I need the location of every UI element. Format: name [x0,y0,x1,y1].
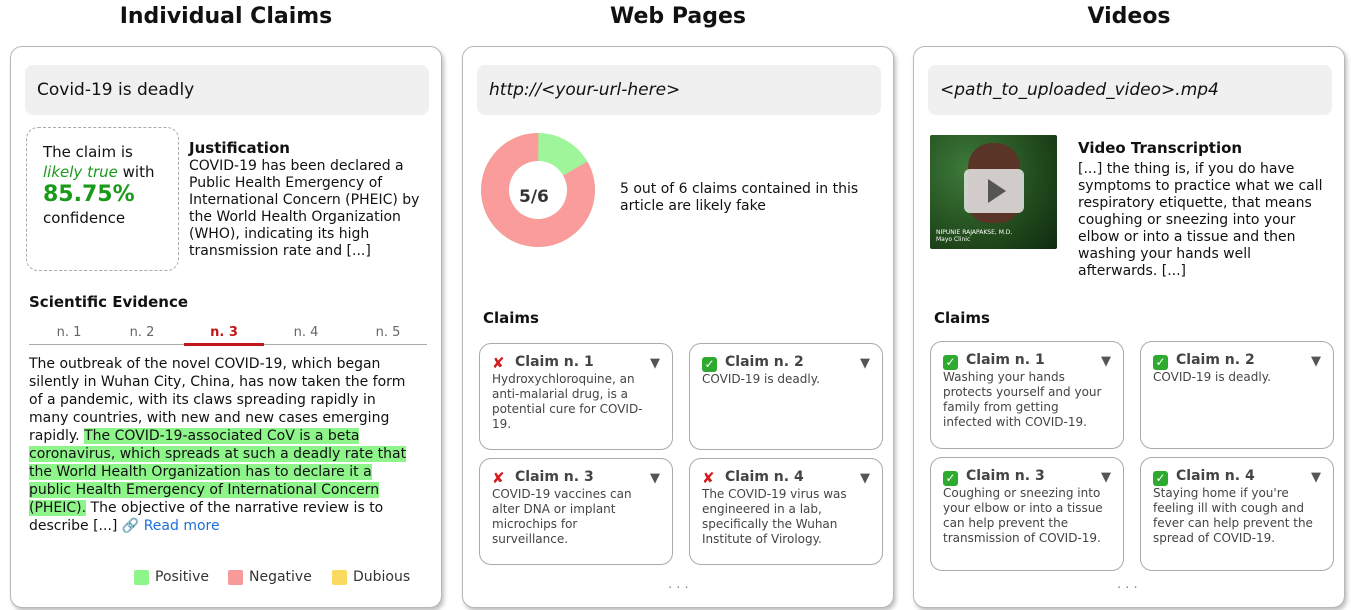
claim-card-4[interactable]: ✘ Claim n. 4 ▼ The COVID-19 virus was eng… [689,458,883,565]
more-video-claims-ellipsis: . . . [1117,577,1138,592]
claims-title: Claims [483,309,539,327]
verdict-confidence: confidence [43,209,126,227]
url-input[interactable]: http://<your-url-here> [477,65,881,115]
confidence-percent: 85.75% [43,182,135,207]
individual-claims-panel: Covid-19 is deadly The claim is likely t… [10,46,442,608]
video-claim-card-1[interactable]: ✓ Claim n. 1 ▼ Washing your hands protect… [930,341,1124,449]
verdict-likely: likely true [43,163,118,181]
title-web-pages: Web Pages [610,4,746,29]
justification-title: Justification [189,139,290,157]
check-icon: ✓ [1153,355,1168,370]
justification-text: COVID-19 has been declared a Public Heal… [189,158,420,259]
tab-evidence-5[interactable]: n. 5 [348,325,428,340]
tab-evidence-3[interactable]: n. 3 [184,325,264,346]
legend-negative: Negative [228,569,312,585]
videos-panel: <path_to_uploaded_video>.mp4 NIPUNIE RAJ… [913,46,1345,608]
cross-icon: ✘ [492,469,505,487]
verdict-box: The claim is likely true with 85.75% con… [26,127,179,271]
tab-evidence-2[interactable]: n. 2 [102,325,182,340]
video-claims-title: Claims [934,309,990,327]
fake-summary: 5 out of 6 claims contained in this arti… [620,181,859,214]
check-icon: ✓ [702,357,717,372]
donut-label: 5/6 [519,187,549,207]
claim-card-3[interactable]: ✘ Claim n. 3 ▼ COVID-19 vaccines can alte… [479,458,673,565]
title-individual-claims: Individual Claims [119,4,333,29]
highlight-positive: The COVID-19-associated CoV is a beta [84,428,360,444]
video-caption: NIPUNIE RAJAPAKSE, M.D. Mayo Clinic [936,229,1013,243]
chevron-down-icon[interactable]: ▼ [650,471,660,486]
check-icon: ✓ [1153,471,1168,486]
evidence-text: The outbreak of the novel COVID-19, whic… [29,356,407,534]
play-icon [988,179,1006,203]
web-pages-panel: http://<your-url-here> 5/6 5 out of 6 cl… [462,46,894,608]
video-claim-card-4[interactable]: ✓ Claim n. 4 ▼ Staying home if you're fee… [1140,457,1334,571]
tab-evidence-1[interactable]: n. 1 [29,325,109,340]
chevron-down-icon[interactable]: ▼ [1101,470,1111,485]
transcription-title: Video Transcription [1078,139,1243,157]
legend-dubious: Dubious [332,569,410,585]
transcription-text: [...] the thing is, if you do have sympt… [1078,161,1323,279]
chevron-down-icon[interactable]: ▼ [1101,354,1111,369]
chevron-down-icon[interactable]: ▼ [1311,470,1321,485]
video-thumbnail[interactable]: NIPUNIE RAJAPAKSE, M.D. Mayo Clinic [930,135,1057,249]
video-claim-card-2[interactable]: ✓ Claim n. 2 ▼ COVID-19 is deadly. [1140,341,1334,449]
scientific-evidence-title: Scientific Evidence [29,293,189,311]
read-more-link[interactable]: Read more [144,518,220,534]
tab-evidence-4[interactable]: n. 4 [266,325,346,340]
legend-positive: Positive [134,569,209,585]
claim-input[interactable]: Covid-19 is deadly [25,65,429,115]
title-videos: Videos [1087,4,1171,29]
check-icon: ✓ [943,471,958,486]
more-claims-ellipsis: . . . [668,577,689,592]
claim-card-2[interactable]: ✓ Claim n. 2 ▼ COVID-19 is deadly. [689,343,883,450]
video-path-input[interactable]: <path_to_uploaded_video>.mp4 [928,65,1332,115]
cross-icon: ✘ [492,354,505,372]
chevron-down-icon[interactable]: ▼ [860,471,870,486]
claim-card-1[interactable]: ✘ Claim n. 1 ▼ Hydroxychloroquine, an ant… [479,343,673,450]
link-icon: 🔗 [121,518,140,534]
verdict-line1: The claim is [43,143,133,161]
cross-icon: ✘ [702,469,715,487]
video-claim-card-3[interactable]: ✓ Claim n. 3 ▼ Coughing or sneezing into… [930,457,1124,571]
evidence-tabs: n. 1 n. 2 n. 3 n. 4 n. 5 [29,325,428,346]
chevron-down-icon[interactable]: ▼ [860,356,870,371]
verdict-with: with [117,163,155,181]
check-icon: ✓ [943,355,958,370]
chevron-down-icon[interactable]: ▼ [650,356,660,371]
chevron-down-icon[interactable]: ▼ [1311,354,1321,369]
